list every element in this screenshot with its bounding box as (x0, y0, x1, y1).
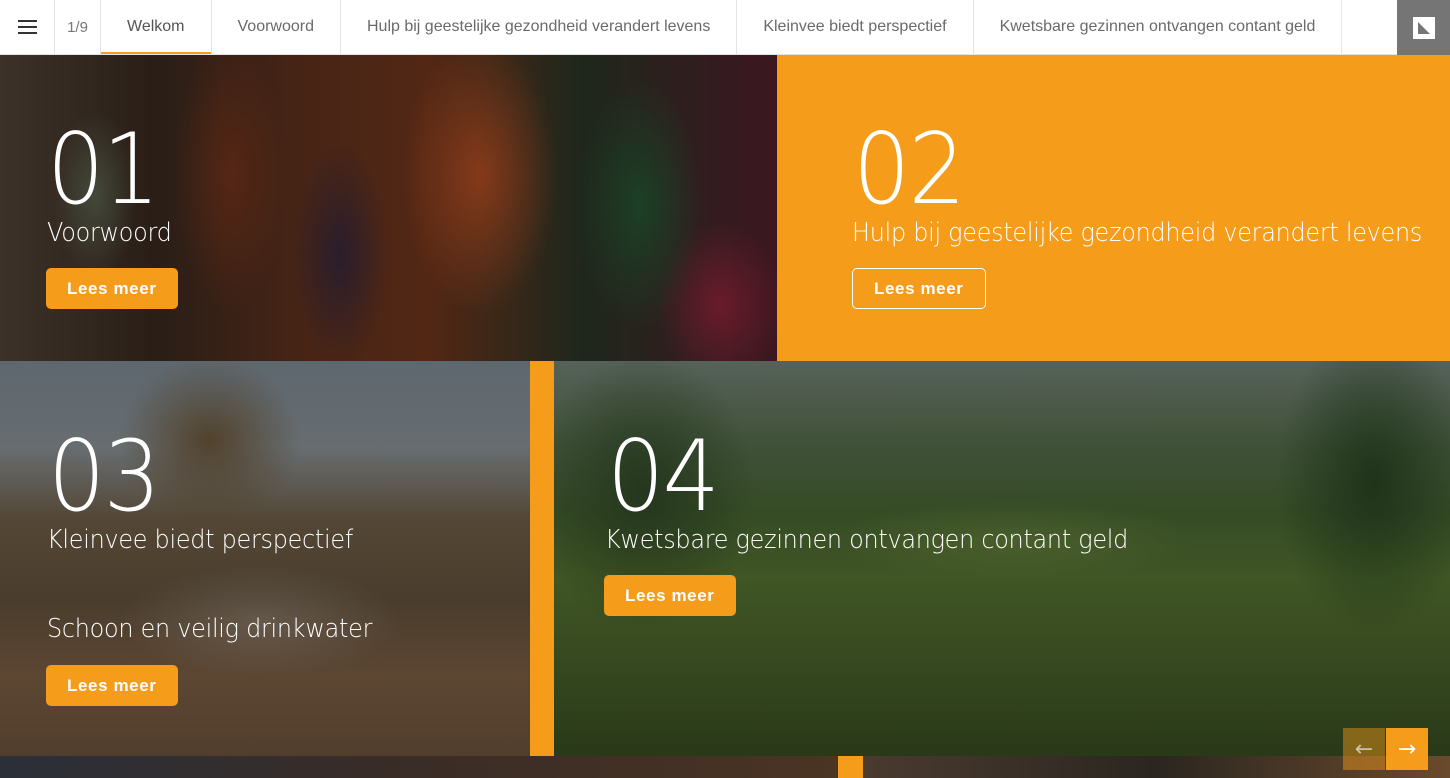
tile-title: Kwetsbare gezinnen ontvangen contant gel… (605, 525, 1129, 555)
orange-divider (530, 361, 554, 756)
next-page-button[interactable]: → (1386, 728, 1428, 770)
read-more-button[interactable]: Lees meer (604, 575, 736, 616)
orange-divider (838, 756, 863, 778)
previous-page-button[interactable]: ← (1343, 728, 1385, 770)
menu-button[interactable] (0, 0, 55, 54)
tab-geestelijke-gezondheid[interactable]: Hulp bij geestelijke gezondheid verander… (341, 0, 738, 54)
read-more-button[interactable]: Lees meer (852, 268, 986, 309)
arrow-left-icon: ← (1354, 736, 1374, 762)
hamburger-icon (17, 20, 37, 34)
brand-logo-button[interactable] (1397, 0, 1450, 55)
tab-kleinvee[interactable]: Kleinvee biedt perspectief (737, 0, 974, 54)
tile-number: 03 (48, 420, 161, 534)
tile-title: Kleinvee biedt perspectief (47, 525, 354, 555)
tile-title: Hulp bij geestelijke gezondheid verander… (852, 218, 1423, 248)
tab-contant-geld[interactable]: Kwetsbare gezinnen ontvangen contant gel… (974, 0, 1343, 54)
tile-contant-geld[interactable]: 04 Kwetsbare gezinnen ontvangen contant … (554, 361, 1450, 756)
tile-title: Voorwoord (47, 218, 172, 248)
next-row-tile-left (0, 756, 838, 778)
tile-kleinvee[interactable]: 03 Kleinvee biedt perspectief Schoon en … (0, 361, 530, 756)
tile-number: 02 (853, 113, 966, 227)
read-more-button[interactable]: Lees meer (46, 268, 178, 309)
tile-number: 04 (607, 420, 720, 534)
tile-geestelijke-gezondheid[interactable]: 02 Hulp bij geestelijke gezondheid veran… (777, 55, 1450, 361)
page-counter: 1/9 (55, 0, 101, 54)
tile-number: 01 (47, 113, 160, 227)
top-navigation-bar: 1/9 Welkom Voorwoord Hulp bij geestelijk… (0, 0, 1450, 55)
corner-logo-icon (1412, 16, 1435, 39)
tile-voorwoord[interactable]: 01 Voorwoord Lees meer (0, 55, 777, 361)
chapter-tabs: Welkom Voorwoord Hulp bij geestelijke ge… (101, 0, 1378, 54)
tabs-fade-overlay (1338, 0, 1378, 54)
read-more-button[interactable]: Lees meer (46, 665, 178, 706)
tab-welkom[interactable]: Welkom (101, 0, 212, 54)
arrow-right-icon: → (1397, 736, 1417, 762)
tab-voorwoord[interactable]: Voorwoord (212, 0, 341, 54)
tile-subtitle: Schoon en veilig drinkwater (47, 614, 373, 644)
